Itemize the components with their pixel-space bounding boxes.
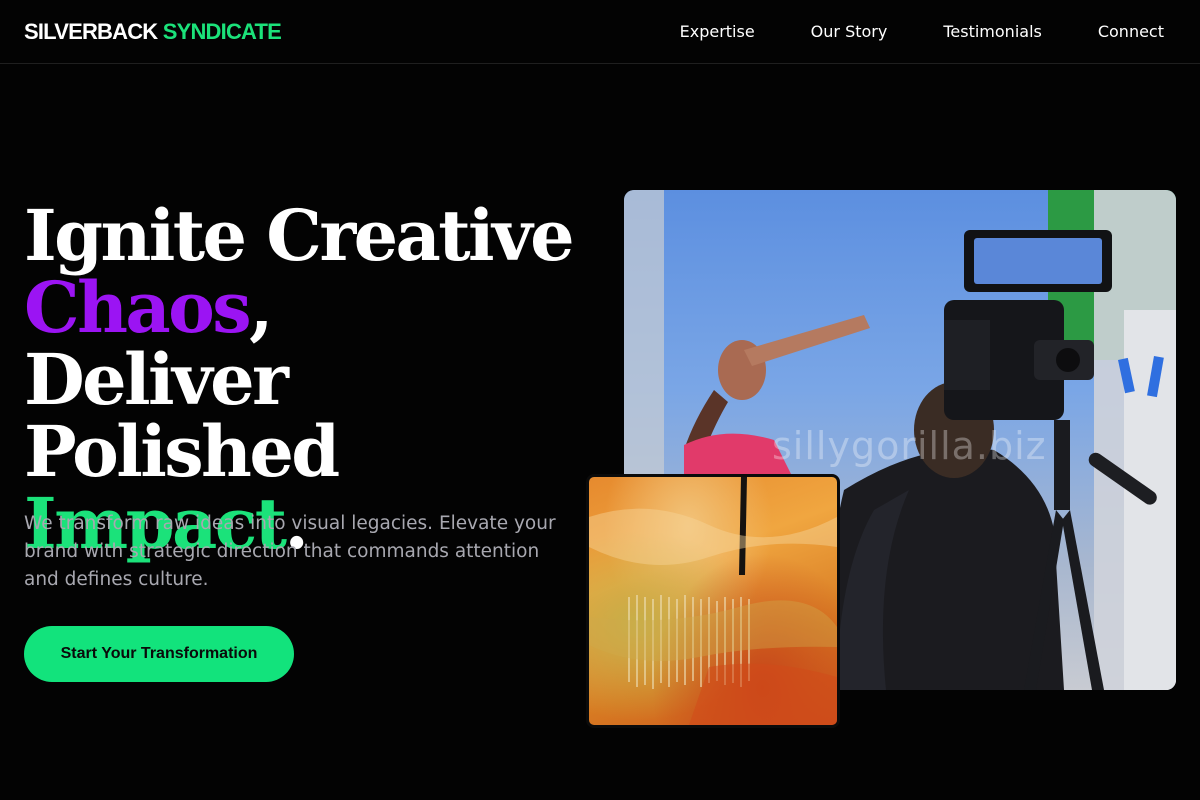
abstract-painting-image [586, 474, 840, 728]
brand-name-part1: SILVERBACK [24, 19, 158, 44]
nav-links: Expertise Our Story Testimonials Connect [680, 22, 1164, 42]
nav-link-testimonials[interactable]: Testimonials [943, 22, 1042, 42]
top-nav: SILVERBACK SYNDICATE Expertise Our Story… [0, 0, 1200, 64]
painting-texture [589, 477, 837, 725]
headline-line-3: Deliver Polished [24, 338, 340, 493]
headline-line-1: Ignite Creative [24, 194, 575, 277]
hero-subtext: We transform raw ideas into visual legac… [24, 513, 556, 590]
headline-word-chaos: Chaos [24, 266, 252, 349]
nav-link-connect[interactable]: Connect [1098, 22, 1164, 42]
brand-name-part2: SYNDICATE [162, 19, 282, 44]
hero-headline: Ignite Creative Chaos, Deliver Polished … [24, 200, 604, 560]
start-transformation-button[interactable]: Start Your Transformation [24, 626, 294, 682]
photo-watermark: sillygorilla.biz [772, 424, 1047, 468]
headline-comma: , [249, 266, 273, 349]
nav-link-expertise[interactable]: Expertise [680, 22, 755, 42]
brand-logo[interactable]: SILVERBACK SYNDICATE [24, 19, 282, 45]
nav-link-our-story[interactable]: Our Story [811, 22, 888, 42]
